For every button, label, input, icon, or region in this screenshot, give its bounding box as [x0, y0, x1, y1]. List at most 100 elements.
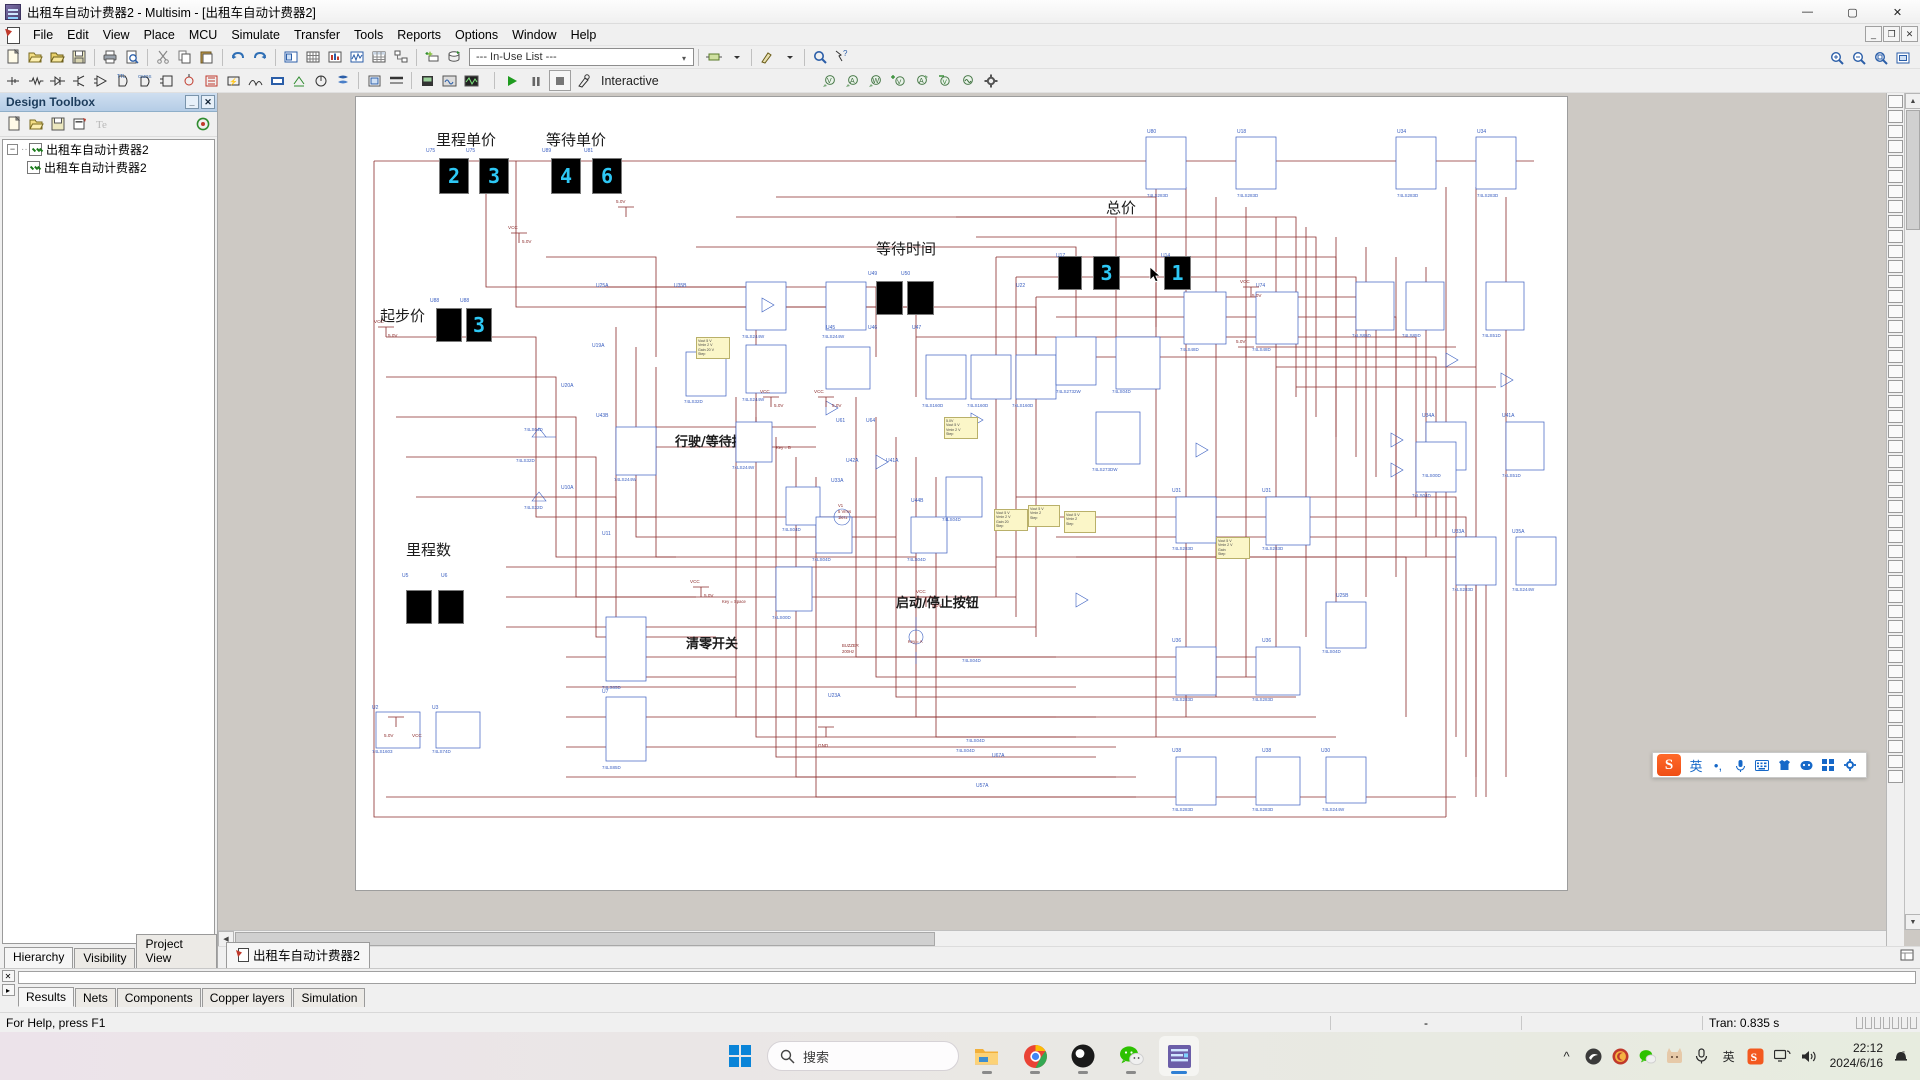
sticky-note[interactable]: Vout 5 V Vmin 2 Step — [1028, 505, 1060, 527]
rail-item[interactable] — [1888, 140, 1903, 153]
toolbox-collapse-button[interactable]: _ — [185, 95, 199, 109]
design-tree[interactable]: − ·· 出租车自动计费器2 出租车自动计费器2 — [2, 139, 215, 944]
seven-segment-display[interactable] — [1058, 256, 1082, 290]
rail-item[interactable] — [1888, 185, 1903, 198]
menu-file[interactable]: File — [26, 25, 60, 45]
place-misc-icon[interactable] — [244, 70, 266, 91]
seven-segment-display[interactable]: 3 — [1093, 256, 1120, 290]
place-advanced-icon[interactable] — [266, 70, 288, 91]
menu-simulate[interactable]: Simulate — [224, 25, 287, 45]
ime-punctuation-icon[interactable]: •, — [1711, 758, 1725, 773]
place-hierarchical-icon[interactable] — [363, 70, 385, 91]
undo-icon[interactable] — [227, 47, 249, 68]
rail-item[interactable] — [1888, 350, 1903, 363]
place-transistor-icon[interactable] — [68, 70, 90, 91]
in-use-list-dropdown[interactable]: --- In-Use List --- ▾ — [469, 48, 694, 66]
ime-mic-icon[interactable] — [1733, 759, 1747, 772]
paste-icon[interactable] — [196, 47, 218, 68]
rail-item[interactable] — [1888, 635, 1903, 648]
run-button[interactable] — [501, 70, 523, 91]
zoom-area-icon[interactable] — [1870, 47, 1892, 68]
bar-chart-icon[interactable] — [324, 47, 346, 68]
rail-item[interactable] — [1888, 230, 1903, 243]
analysis-period-icon[interactable] — [957, 70, 979, 91]
menu-view[interactable]: View — [96, 25, 137, 45]
tray-nvidia-icon[interactable] — [1585, 1047, 1603, 1065]
place-mcu-icon[interactable] — [332, 70, 354, 91]
rail-item[interactable] — [1888, 485, 1903, 498]
rail-item[interactable] — [1888, 275, 1903, 288]
rail-item[interactable] — [1888, 380, 1903, 393]
toolbox-properties-icon[interactable] — [193, 114, 213, 134]
menu-tools[interactable]: Tools — [347, 25, 390, 45]
tab-hierarchy[interactable]: Hierarchy — [4, 947, 74, 968]
tray-cat-icon[interactable] — [1666, 1047, 1684, 1065]
rail-item[interactable] — [1888, 515, 1903, 528]
rail-item[interactable] — [1888, 245, 1903, 258]
rail-item[interactable] — [1888, 455, 1903, 468]
tab-simulation[interactable]: Simulation — [293, 988, 366, 1007]
tree-checkbox[interactable] — [29, 142, 42, 156]
search-component-icon[interactable] — [809, 47, 831, 68]
full-screen-icon[interactable] — [280, 47, 302, 68]
rail-item[interactable] — [1888, 125, 1903, 138]
taskbar-chrome[interactable] — [1015, 1036, 1055, 1076]
save-icon[interactable] — [68, 47, 90, 68]
place-component-icon[interactable] — [703, 47, 725, 68]
tab-copper-layers[interactable]: Copper layers — [201, 988, 293, 1007]
text-tool-icon[interactable]: Te — [92, 114, 112, 134]
open-design-icon[interactable] — [26, 114, 46, 134]
seven-segment-display[interactable] — [907, 281, 934, 315]
analysis-settings-gear-icon[interactable] — [980, 70, 1002, 91]
tray-wechat-icon[interactable] — [1639, 1047, 1657, 1065]
place-electromech-icon[interactable] — [310, 70, 332, 91]
open-file-icon[interactable] — [24, 47, 46, 68]
rail-item[interactable] — [1888, 200, 1903, 213]
rail-item[interactable] — [1888, 170, 1903, 183]
rail-item[interactable] — [1888, 365, 1903, 378]
taskbar-file-explorer[interactable] — [967, 1036, 1007, 1076]
ime-settings-icon[interactable] — [1843, 759, 1857, 771]
sogou-logo-icon[interactable]: S — [1657, 754, 1681, 776]
menu-help[interactable]: Help — [564, 25, 604, 45]
place-diode-icon[interactable] — [46, 70, 68, 91]
print-preview-icon[interactable] — [121, 47, 143, 68]
menu-reports[interactable]: Reports — [390, 25, 448, 45]
rail-item[interactable] — [1888, 320, 1903, 333]
results-expand-button[interactable]: ▸ — [1, 984, 15, 996]
rail-item[interactable] — [1888, 620, 1903, 633]
rail-item[interactable] — [1888, 155, 1903, 168]
tab-components[interactable]: Components — [116, 988, 201, 1007]
copy-icon[interactable] — [174, 47, 196, 68]
new-sheet-icon[interactable] — [70, 114, 90, 134]
place-indicator-icon[interactable] — [200, 70, 222, 91]
schematic-canvas[interactable]: 里程单价 等待单价 等待时间 总价 起步价 里程数 行驶/等待按钮 启动/停止按… — [218, 93, 1920, 946]
rail-item[interactable] — [1888, 605, 1903, 618]
seven-segment-display[interactable] — [438, 590, 464, 624]
open-sample-icon[interactable] — [46, 47, 68, 68]
ime-mode-icon[interactable]: 英 — [1689, 756, 1703, 775]
analysis-dc-icon[interactable]: V — [819, 70, 841, 91]
tree-item-root[interactable]: − ·· 出租车自动计费器2 — [3, 140, 214, 158]
multimeter-icon[interactable] — [416, 70, 438, 91]
chevron-down-icon[interactable]: ▾ — [678, 52, 690, 64]
oscilloscope-icon[interactable] — [460, 70, 482, 91]
menu-window[interactable]: Window — [505, 25, 563, 45]
probe-dropdown-icon[interactable] — [778, 47, 800, 68]
spreadsheet-icon[interactable] — [368, 47, 390, 68]
place-component-dropdown-icon[interactable] — [725, 47, 747, 68]
place-cmos-icon[interactable]: CMOS — [134, 70, 156, 91]
seven-segment-display[interactable] — [436, 308, 462, 342]
rail-item[interactable] — [1888, 425, 1903, 438]
interactive-settings-icon[interactable] — [573, 70, 595, 91]
mdi-minimize-button[interactable]: _ — [1865, 26, 1882, 42]
rail-item[interactable] — [1888, 395, 1903, 408]
tray-mic-icon[interactable] — [1693, 1047, 1711, 1065]
sheet-options-icon[interactable] — [1900, 948, 1914, 965]
mdi-close-button[interactable]: ✕ — [1901, 26, 1918, 42]
ime-skin-icon[interactable] — [1777, 759, 1791, 771]
stop-button[interactable] — [549, 70, 571, 91]
notification-bell-icon[interactable]: z — [1892, 1047, 1910, 1065]
rail-item[interactable] — [1888, 530, 1903, 543]
seven-segment-display[interactable] — [876, 281, 903, 315]
